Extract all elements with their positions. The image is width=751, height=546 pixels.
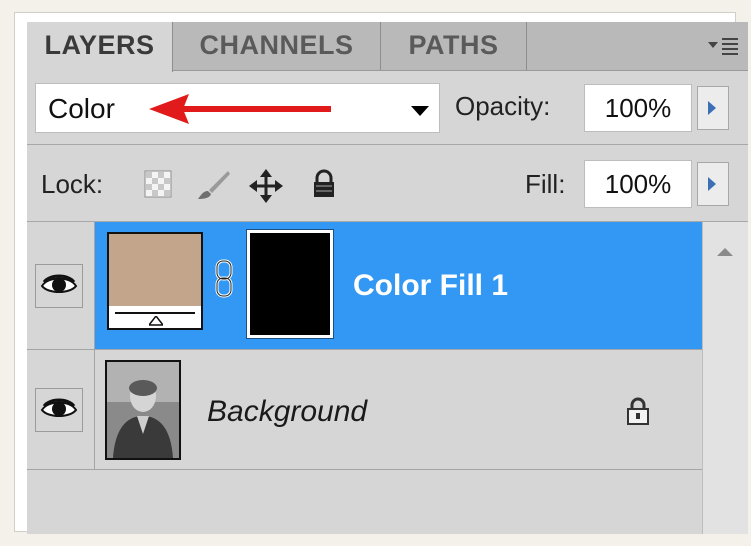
visibility-cell — [27, 222, 95, 349]
gradient-slider-icon — [149, 316, 163, 326]
fill-input[interactable]: 100% — [584, 160, 692, 208]
layers-empty-area — [27, 470, 702, 534]
eye-icon[interactable] — [35, 264, 83, 308]
fill-stepper-arrow-icon[interactable] — [697, 162, 729, 206]
layer-name-background[interactable]: Background — [207, 394, 367, 430]
padlock-icon — [625, 396, 651, 431]
panel-menu-icon[interactable] — [704, 34, 742, 58]
color-fill-thumbnail — [107, 232, 203, 330]
lock-brush-icon[interactable] — [195, 169, 231, 199]
lock-all-icon[interactable] — [309, 169, 339, 199]
annotation-arrow-icon — [149, 94, 331, 124]
opacity-stepper-arrow-icon[interactable] — [697, 86, 729, 130]
visibility-cell — [27, 350, 95, 469]
eye-icon[interactable] — [35, 388, 83, 432]
fill-swatch — [109, 234, 201, 306]
fill-label: Fill: — [525, 169, 566, 199]
opacity-label: Opacity: — [455, 91, 551, 121]
dropdown-caret-icon — [411, 106, 429, 116]
layer-row-background[interactable]: Background — [27, 350, 702, 470]
lock-label: Lock: — [41, 169, 104, 199]
layer-row-color-fill-1[interactable]: Color Fill 1 — [27, 222, 702, 350]
layers-panel: LAYERS CHANNELS PATHS Color Opacity: 100… — [27, 22, 748, 534]
tab-paths[interactable]: PATHS — [381, 22, 527, 70]
blend-mode-value: Color — [48, 93, 115, 124]
lock-move-icon[interactable] — [249, 169, 283, 203]
blend-mode-row: Color Opacity: 100% — [27, 71, 748, 143]
background-thumbnail — [105, 360, 181, 460]
lock-row: Lock: Fill: 100% — [27, 144, 748, 222]
panel-tab-bar: LAYERS CHANNELS PATHS — [27, 22, 748, 72]
layer-mask-thumbnail[interactable] — [246, 229, 334, 339]
layers-scrollbar[interactable] — [702, 222, 748, 534]
selected-layer-highlight: Color Fill 1 — [95, 222, 702, 349]
opacity-input[interactable]: 100% — [584, 84, 692, 132]
tab-channels[interactable]: CHANNELS — [173, 22, 381, 70]
lock-transparent-icon[interactable] — [143, 169, 173, 199]
layer-name-color-fill-1[interactable]: Color Fill 1 — [353, 268, 508, 304]
tab-layers[interactable]: LAYERS — [27, 22, 173, 72]
link-icon[interactable] — [213, 258, 235, 300]
scroll-up-icon[interactable] — [717, 248, 733, 256]
